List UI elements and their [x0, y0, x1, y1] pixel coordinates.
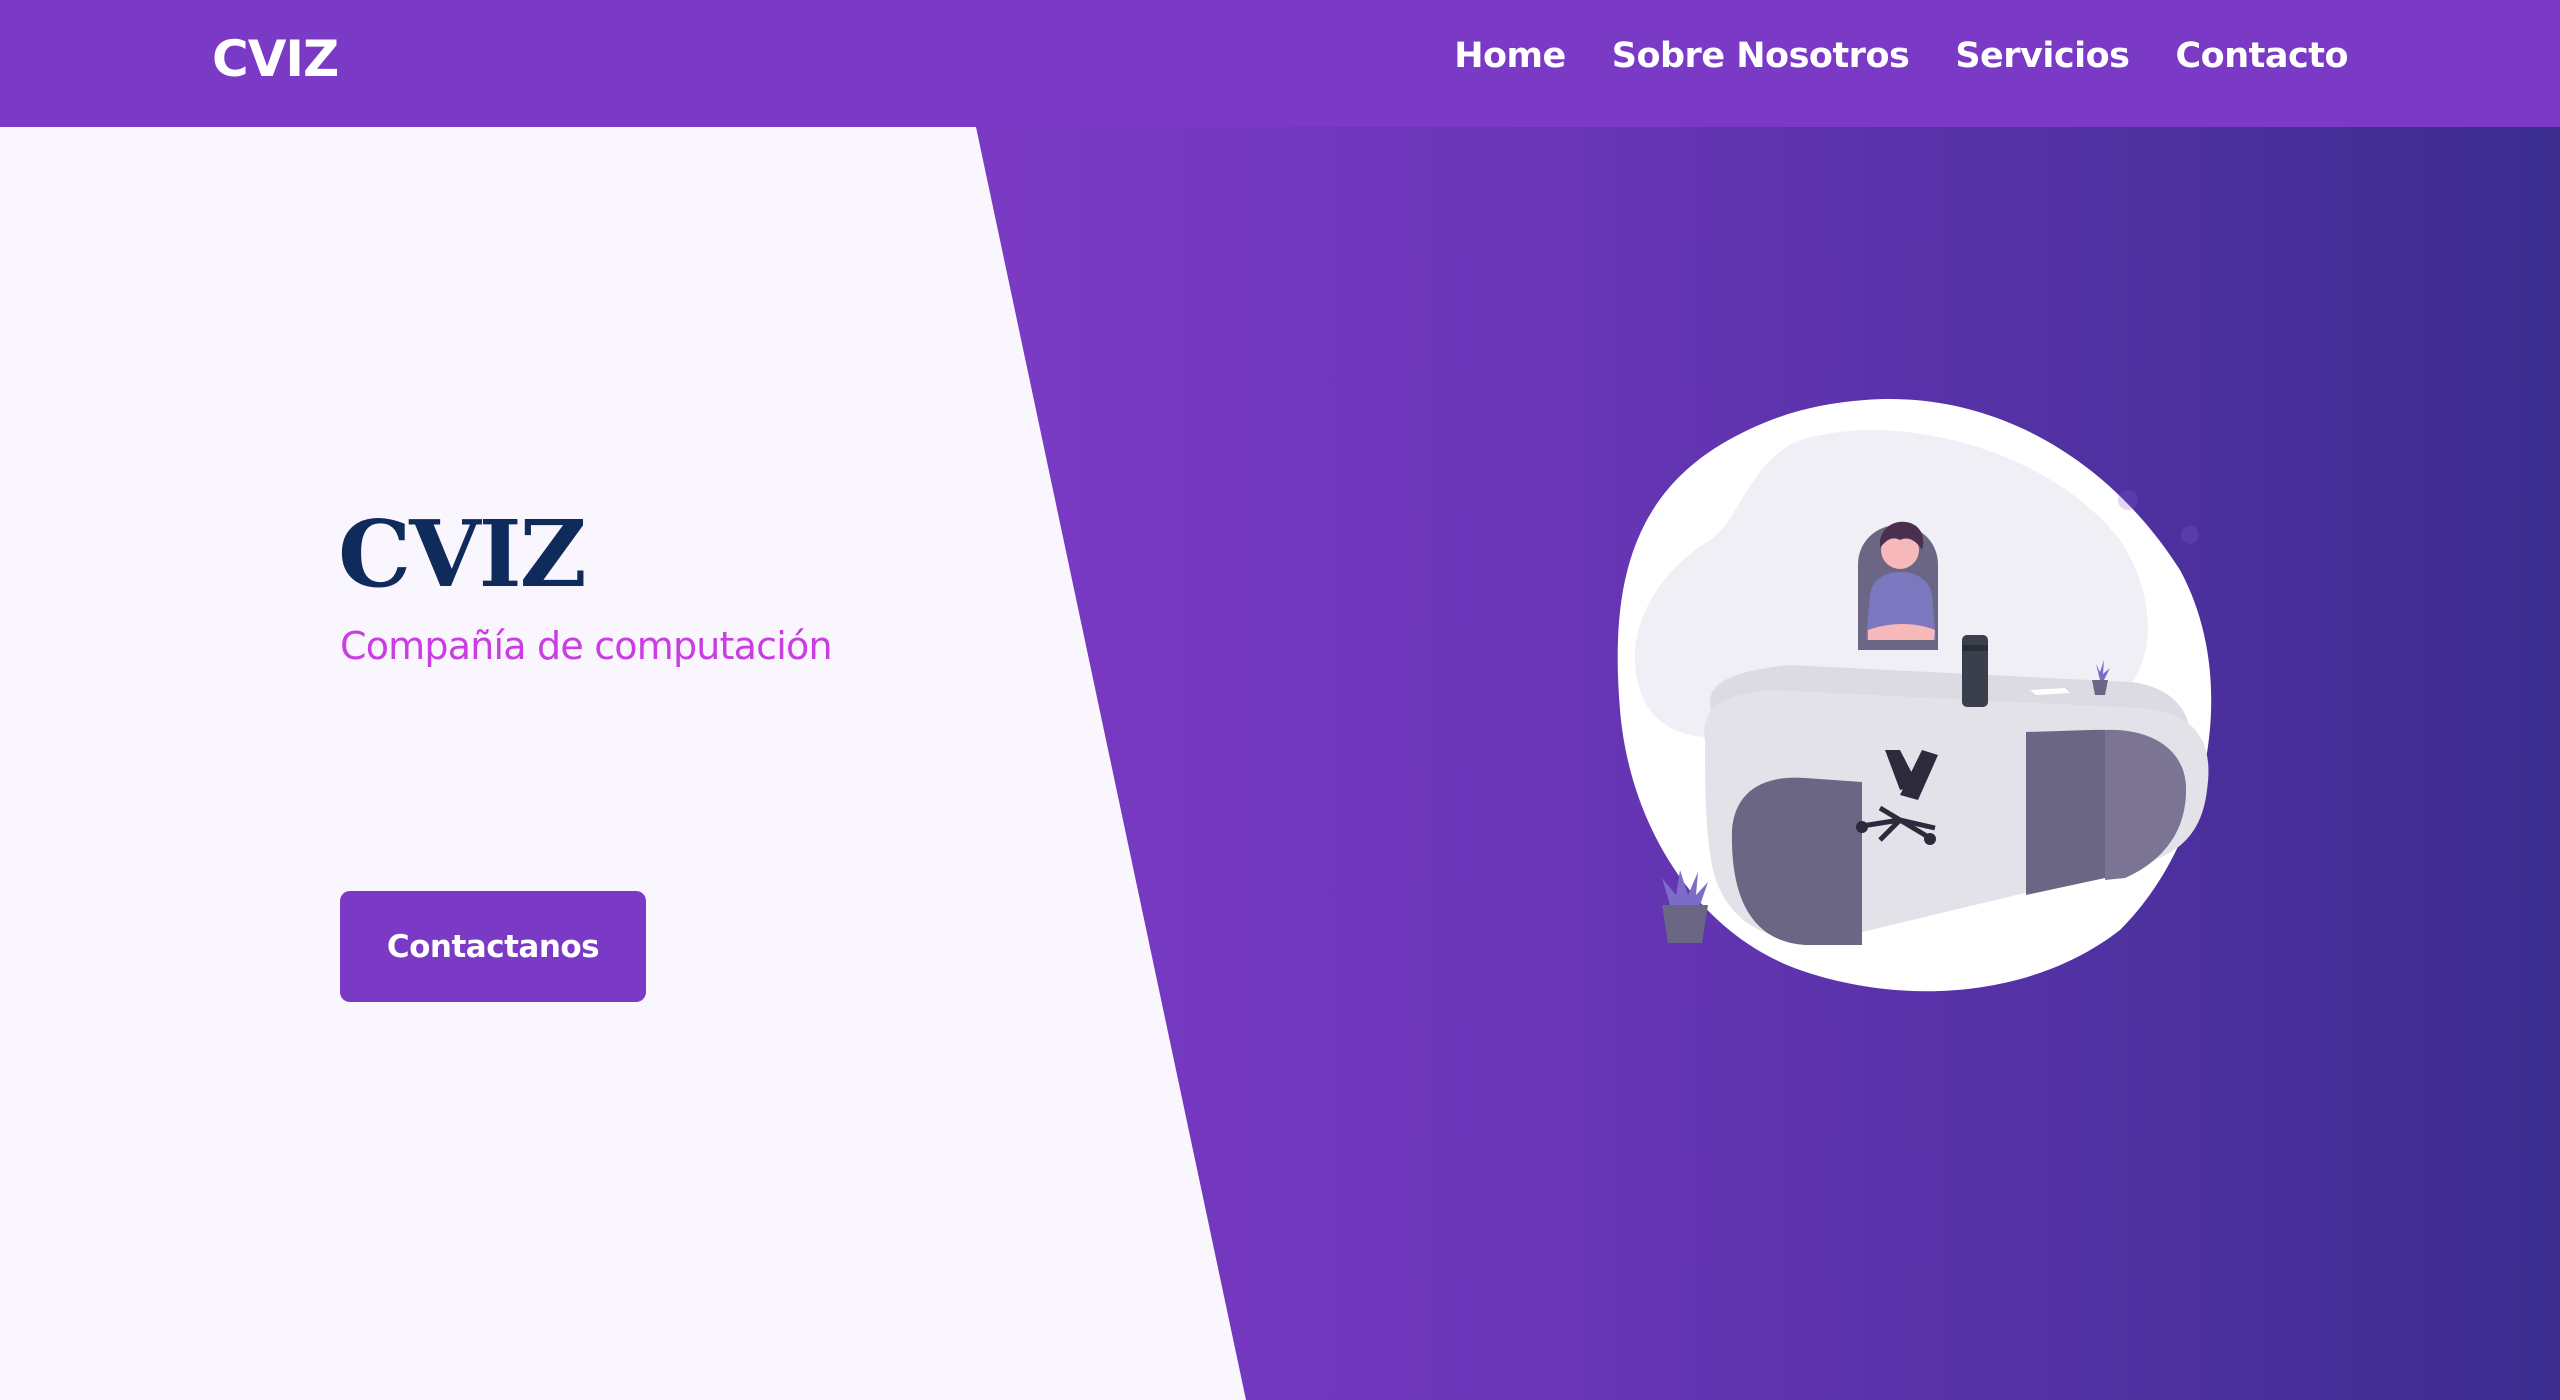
nav-home-link[interactable]: Home [1454, 36, 1566, 76]
main-nav: Home Sobre Nosotros Servicios Contacto [1454, 36, 2348, 76]
nav-contact-link[interactable]: Contacto [2175, 36, 2348, 76]
nav-about-link[interactable]: Sobre Nosotros [1612, 36, 1910, 76]
hero-title: CVIZ [338, 500, 587, 608]
site-header: CVIZ Home Sobre Nosotros Servicios Conta… [0, 0, 2560, 127]
contact-us-button[interactable]: Contactanos [340, 891, 646, 1002]
landing-page: CVIZ Home Sobre Nosotros Servicios Conta… [0, 0, 2560, 1400]
person-at-desk-illustration [1617, 399, 2212, 992]
logo[interactable]: CVIZ [212, 30, 339, 88]
nav-services-link[interactable]: Servicios [1955, 36, 2130, 76]
hero-subtitle: Compañía de computación [340, 624, 833, 668]
floor-plant-pot [1662, 905, 1708, 943]
